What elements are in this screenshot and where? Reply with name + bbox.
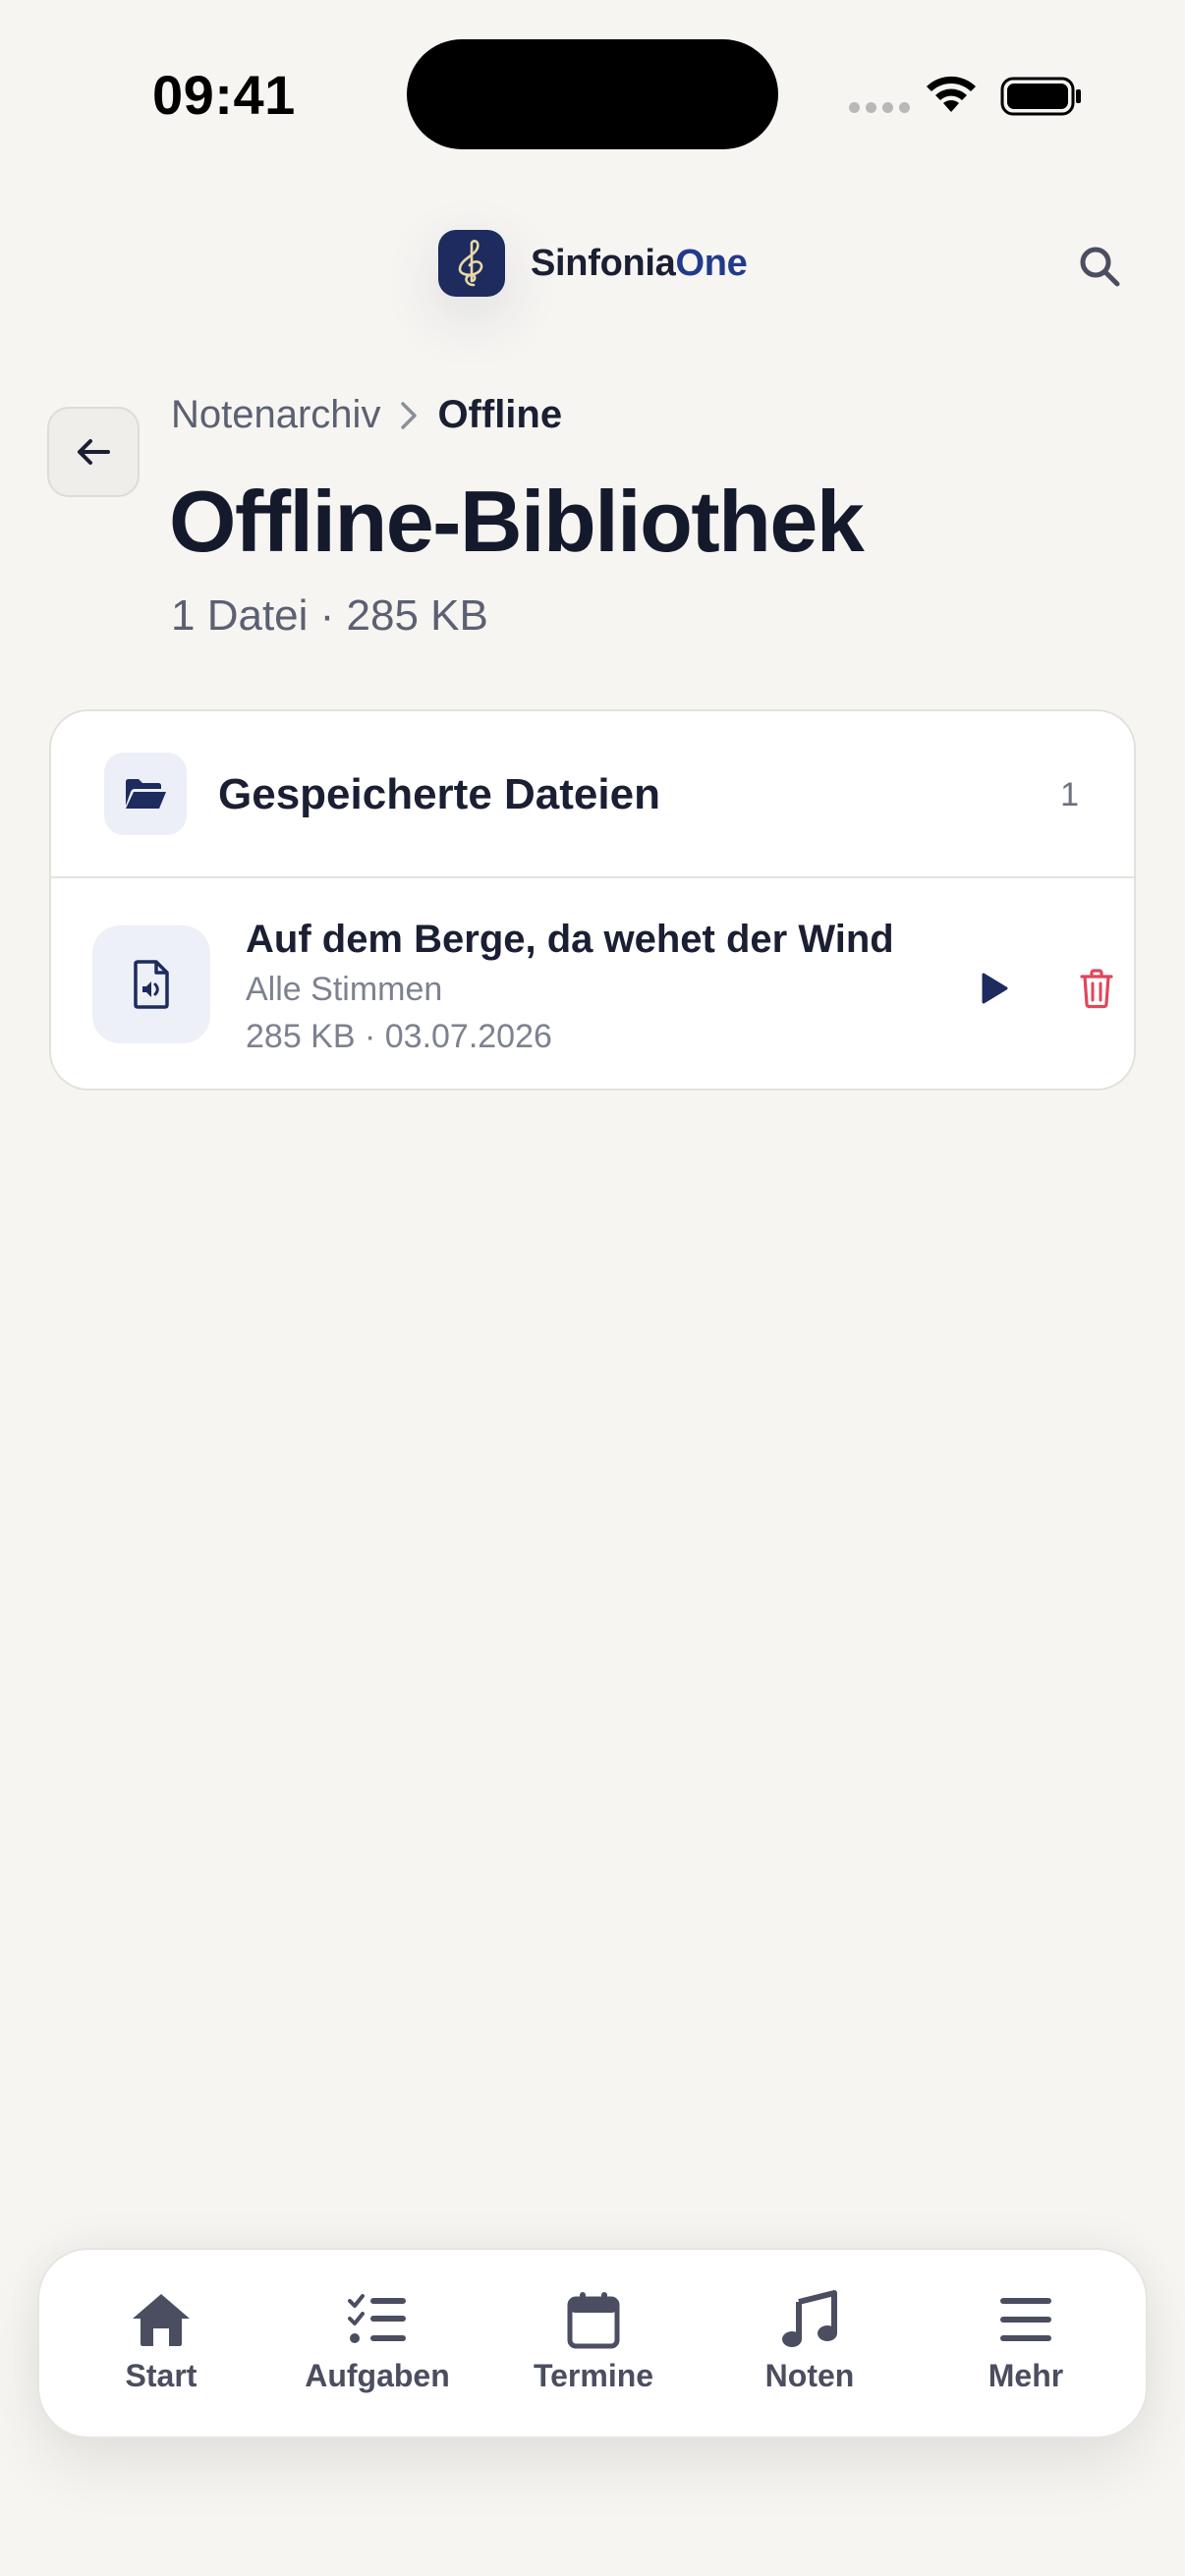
calendar-icon <box>567 2292 620 2349</box>
tab-label-mehr: Mehr <box>988 2358 1064 2393</box>
wifi-icon <box>927 76 976 112</box>
tab-label-aufgaben: Aufgaben <box>305 2358 450 2393</box>
page-subtitle: 1 Datei · 285 KB <box>171 591 488 640</box>
search-icon <box>1080 247 1120 287</box>
breadcrumb-notenarchiv[interactable]: Notenarchiv <box>171 393 380 437</box>
file-title: Auf dem Berge, da wehet der Wind <box>246 918 894 961</box>
saved-files-card: Gespeicherte Dateien 1 Auf dem Berge, da… <box>49 709 1136 1091</box>
tab-termine[interactable]: Termine <box>505 2289 682 2394</box>
arrow-left-icon <box>78 439 110 465</box>
app-name: SinfoniaOne <box>531 242 748 284</box>
page-title: Offline-Bibliothek <box>169 473 865 570</box>
tab-label-termine: Termine <box>533 2358 654 2393</box>
bottom-tab-bar: Start Aufgaben Termine Noten Mehr <box>37 2248 1148 2438</box>
delete-button[interactable] <box>1067 957 1126 1020</box>
audio-file-icon <box>92 925 210 1043</box>
app-logo-icon <box>438 230 505 297</box>
cellular-signal-icon <box>849 102 910 113</box>
file-count-badge: 1 <box>1060 776 1079 813</box>
tab-label-noten: Noten <box>764 2358 855 2393</box>
file-meta: 285 KB · 03.07.2026 <box>246 1018 552 1055</box>
menu-icon <box>1000 2298 1051 2341</box>
tab-noten[interactable]: Noten <box>721 2289 898 2394</box>
checklist-icon <box>348 2294 406 2343</box>
home-icon <box>133 2294 190 2346</box>
search-button[interactable] <box>1073 240 1126 293</box>
tab-label-start: Start <box>125 2358 198 2393</box>
folder-open-icon <box>104 753 187 835</box>
chevron-right-icon <box>401 401 418 429</box>
breadcrumb: Notenarchiv Offline <box>171 393 562 437</box>
music-note-icon <box>782 2290 837 2347</box>
tab-mehr[interactable]: Mehr <box>937 2289 1114 2394</box>
play-button[interactable] <box>965 959 1024 1018</box>
card-header: Gespeicherte Dateien 1 <box>51 711 1134 878</box>
trash-icon <box>1080 969 1113 1009</box>
battery-icon <box>1000 77 1081 116</box>
status-time: 09:41 <box>152 64 296 126</box>
tab-start[interactable]: Start <box>73 2289 250 2394</box>
breadcrumb-offline: Offline <box>437 393 563 436</box>
file-row[interactable]: Auf dem Berge, da wehet der Wind Alle St… <box>51 880 1134 1089</box>
file-voice: Alle Stimmen <box>246 971 443 1008</box>
tab-aufgaben[interactable]: Aufgaben <box>289 2289 466 2394</box>
back-button[interactable] <box>47 407 140 497</box>
card-title: Gespeicherte Dateien <box>218 770 660 818</box>
dynamic-island <box>407 39 778 149</box>
app-header: SinfoniaOne <box>438 230 748 297</box>
play-icon <box>982 973 1008 1004</box>
